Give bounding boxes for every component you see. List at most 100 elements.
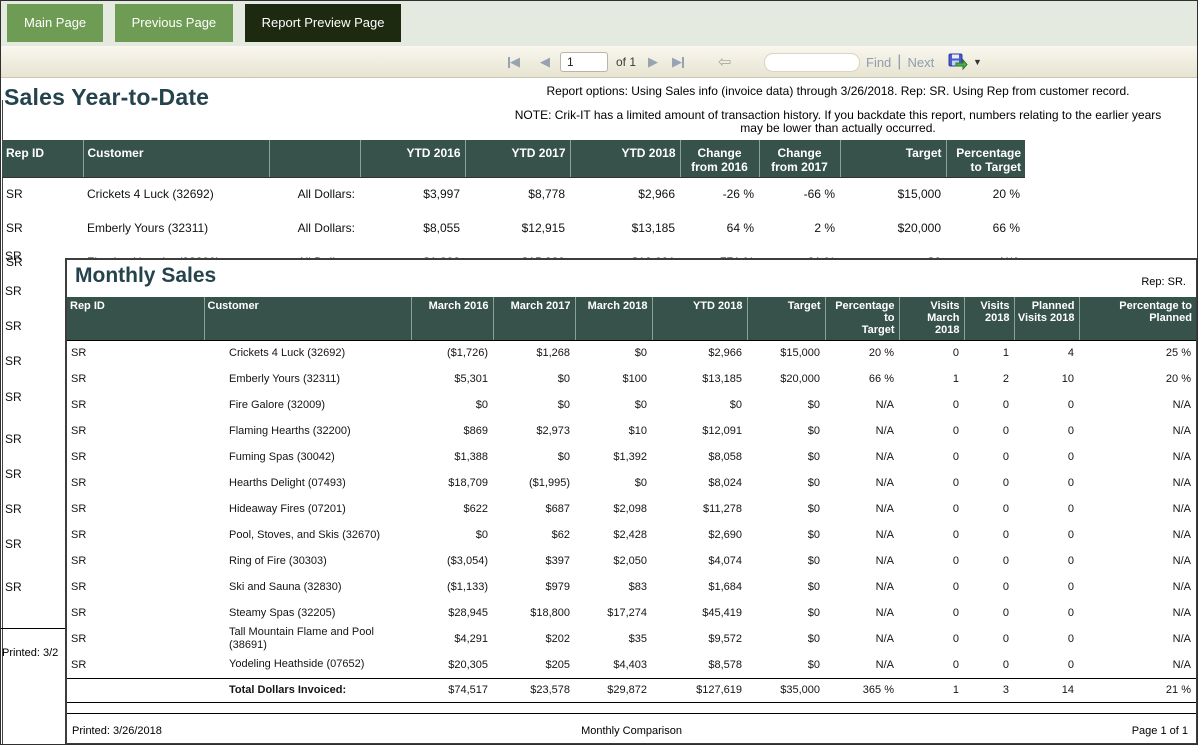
next-page-icon[interactable]: ▶ [648,46,658,78]
last-page-icon[interactable]: ▶ [672,46,684,78]
col-header: YTD 2018 [570,140,680,177]
monthly-report-bottom-line [67,713,1196,714]
report-preview-page-button[interactable]: Report Preview Page [245,4,402,42]
cell: SR [67,548,204,574]
cell: 0 [1014,626,1079,652]
col-header [269,140,360,177]
back-to-parent-icon[interactable]: ⇦ [718,46,731,78]
cell: SR [67,574,204,600]
cell: N/A [1079,418,1196,444]
cell: $83 [575,574,652,600]
cell: All Dollars: [269,211,360,245]
cell: 0 [1014,496,1079,522]
search-input[interactable] [764,53,860,72]
cell: N/A [825,548,899,574]
cell: N/A [825,496,899,522]
table-row: SREmberly Yours (32311)$5,301$0$100$13,1… [67,366,1196,392]
find-next-separator: | [897,53,901,71]
cell: $397 [493,548,575,574]
cell: 0 [964,392,1014,418]
cell: $74,517 [411,678,493,702]
col-header: YTD 2018 [652,297,747,340]
cell: $2,428 [575,522,652,548]
cell: 66 % [946,211,1025,245]
cell: $0 [747,574,825,600]
total-label: Total Dollars Invoiced: [204,678,411,702]
cell: 0 [899,418,964,444]
cell: 20 % [825,340,899,366]
cell: SR [67,496,204,522]
cell: 0 [899,340,964,366]
cell: SR [67,418,204,444]
col-header: Change from 2016 [680,140,759,177]
cell: $35,000 [747,678,825,702]
cell: $18,800 [493,600,575,626]
cell: $17,274 [575,600,652,626]
cell: $11,278 [652,496,747,522]
cell: $0 [411,392,493,418]
page-number-input[interactable] [560,52,608,72]
cell: $0 [747,496,825,522]
cell: $622 [411,496,493,522]
cell: $9,572 [652,626,747,652]
cell: Steamy Spas (32205) [204,600,411,626]
cell: $869 [411,418,493,444]
cell: 2 % [759,211,840,245]
next-link[interactable]: Next [907,55,934,70]
cell: -66 % [759,177,840,211]
find-next-links: Find | Next [866,46,934,78]
cell: 0 [1014,600,1079,626]
cell: 0 [964,600,1014,626]
cell: N/A [825,444,899,470]
col-header: Percentage to Planned [1079,297,1196,340]
cell: SR [67,600,204,626]
cell: N/A [825,392,899,418]
cell: $15,000 [747,340,825,366]
cell: N/A [1079,444,1196,470]
cell: 1 [899,366,964,392]
find-link[interactable]: Find [866,55,891,70]
cell: $45,419 [652,600,747,626]
footer-printed-label: Printed: 3/26/2018 [72,725,162,737]
cell: 20 % [1079,366,1196,392]
cell: N/A [1079,470,1196,496]
cell: 0 [1014,574,1079,600]
export-icon[interactable]: ▼ [948,46,982,78]
table-row: SRYodeling Heathside (07652)$20,305$205$… [67,652,1196,678]
cell: Fire Galore (32009) [204,392,411,418]
cell: SR [67,626,204,652]
first-page-icon[interactable]: ◀ [508,46,520,78]
cell: 0 [964,470,1014,496]
cell: 21 % [1079,678,1196,702]
repid-cell: SR [5,390,22,404]
cell: $2,098 [575,496,652,522]
cell: $0 [747,470,825,496]
col-header: Customer [204,297,411,340]
cell: 0 [899,470,964,496]
cell: 0 [899,522,964,548]
cell: $10 [575,418,652,444]
cell: $0 [575,340,652,366]
cell: $2,690 [652,522,747,548]
cell: 0 [1014,548,1079,574]
table-row: SRFuming Spas (30042)$1,388$0$1,392$8,05… [67,444,1196,470]
cell: SR [67,392,204,418]
main-page-button[interactable]: Main Page [7,4,103,42]
cell: $0 [493,444,575,470]
prev-page-icon[interactable]: ◀ [540,46,550,78]
cell: $13,185 [570,211,680,245]
cell: ($1,133) [411,574,493,600]
table-row: SRSteamy Spas (32205)$28,945$18,800$17,2… [67,600,1196,626]
page-of-label: of 1 [616,46,636,78]
previous-page-button[interactable]: Previous Page [115,4,234,42]
col-header: YTD 2017 [465,140,570,177]
report-note-line2: may be lower than actually occurred. [480,121,1196,135]
cell: N/A [1079,392,1196,418]
cell: Hearths Delight (07493) [204,470,411,496]
cell: $8,055 [360,211,465,245]
cell: Crickets 4 Luck (32692) [204,340,411,366]
cell: $1,268 [493,340,575,366]
export-caret-icon[interactable]: ▼ [973,57,982,67]
col-header: Target [840,140,946,177]
cell: $687 [493,496,575,522]
